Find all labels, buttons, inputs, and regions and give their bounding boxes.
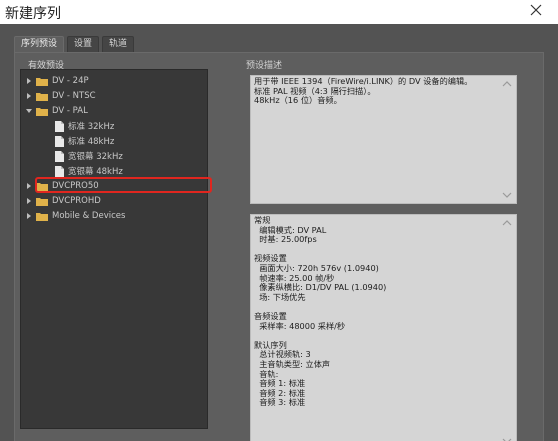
tree-preset-standard-48khz[interactable]: 标准 48kHz [55,134,114,148]
expand-arrow-icon[interactable] [25,197,33,205]
preset-file-icon [55,135,64,147]
preset-summary-text: 用于带 IEEE 1394（FireWire/i.LINK）的 DV 设备的编辑… [254,76,472,106]
expand-arrow-icon[interactable] [25,212,33,220]
preset-details-box: 常规 编辑模式: DV PAL 时基: 25.00fps 视频设置 画面大小: … [250,214,517,441]
detail-line: 采样率: 48000 采样/秒 [254,320,346,331]
tree-item-label: 宽银幕 32kHz [68,152,123,162]
collapse-arrow-icon[interactable] [25,107,33,115]
preset-summary-box: 用于带 IEEE 1394（FireWire/i.LINK）的 DV 设备的编辑… [250,75,517,204]
tree-folder-mobile-devices[interactable]: Mobile & Devices [25,209,125,223]
tree-item-label: 标准 48kHz [68,137,115,147]
selection-highlight-box [35,177,212,193]
scroll-up-icon[interactable] [502,80,512,88]
summary-scrollbar[interactable] [499,77,515,202]
dialog-body: 序列预设 设置 轨道 有效预设 预设描述 DV - 24P DV - NTSC … [0,24,558,441]
preset-file-icon [55,120,64,132]
scroll-down-icon[interactable] [502,437,512,441]
close-icon[interactable] [528,2,544,18]
window-title: 新建序列 [5,6,61,22]
summary-line: 48kHz（16 位）音频。 [254,95,342,106]
detail-line: 音频 3: 标准 [254,397,306,408]
scroll-up-icon[interactable] [502,219,512,227]
tree-item-label: DV - NTSC [52,91,96,101]
tree-item-label: DV - 24P [52,76,89,86]
tab-settings[interactable]: 设置 [67,36,100,52]
folder-icon [36,77,48,86]
expand-arrow-icon[interactable] [25,182,33,190]
tab-sequence-presets[interactable]: 序列预设 [14,36,65,52]
folder-icon [36,197,48,206]
preset-details-text: 常规 编辑模式: DV PAL 时基: 25.00fps 视频设置 画面大小: … [254,215,386,408]
tree-item-label: DV - PAL [52,106,88,116]
description-section-label: 预设描述 [246,61,283,71]
details-scrollbar[interactable] [499,216,515,441]
tree-folder-dv-ntsc[interactable]: DV - NTSC [25,89,96,103]
folder-icon [36,212,48,221]
tree-folder-dv-pal[interactable]: DV - PAL [25,104,88,118]
preset-tree[interactable]: DV - 24P DV - NTSC DV - PAL 标准 32kHz 标准 … [20,69,212,429]
folder-open-icon [36,107,48,116]
title-bar: 新建序列 [0,0,558,24]
tree-preset-widescreen-48khz[interactable]: 宽银幕 48kHz [55,164,123,178]
tree-folder-dvcprohd[interactable]: DVCPROHD [25,194,101,208]
expand-arrow-icon[interactable] [25,77,33,85]
detail-line: 场: 下场优先 [254,291,306,302]
tree-item-label: 宽银幕 48kHz [68,167,123,177]
detail-line: 时基: 25.00fps [254,234,317,245]
tab-tracks[interactable]: 轨道 [102,36,135,52]
tree-preset-standard-32khz[interactable]: 标准 32kHz [55,119,114,133]
tree-item-label: DVCPROHD [52,196,101,206]
scroll-down-icon[interactable] [502,191,512,199]
tree-folder-dv-24p[interactable]: DV - 24P [25,74,89,88]
folder-icon [36,92,48,101]
tree-item-label: Mobile & Devices [52,211,126,221]
tab-bar: 序列预设 设置 轨道 [14,36,137,52]
tree-preset-widescreen-32khz[interactable]: 宽银幕 32kHz [55,149,123,163]
preset-file-icon [55,165,64,177]
preset-file-icon [55,150,64,162]
tree-item-label: 标准 32kHz [68,122,115,132]
expand-arrow-icon[interactable] [25,92,33,100]
